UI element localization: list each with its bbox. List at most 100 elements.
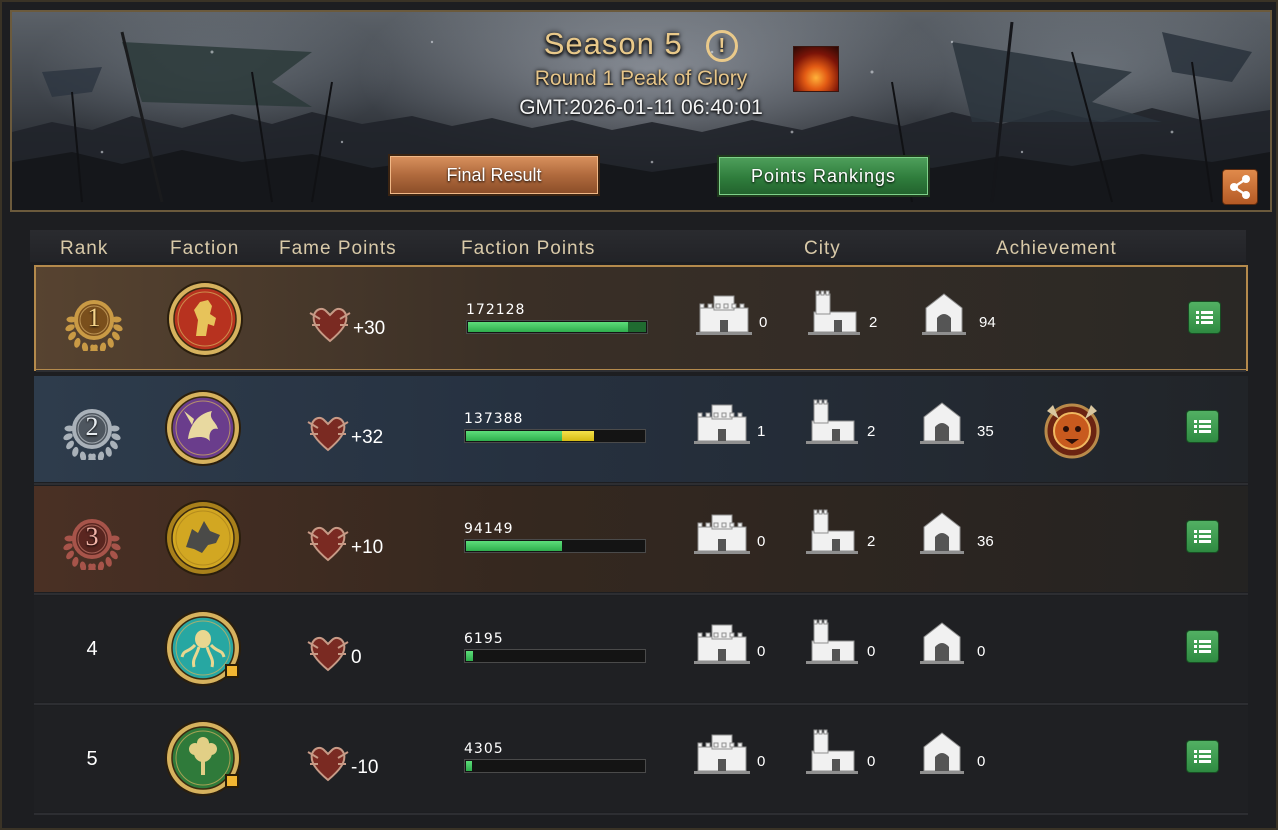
col-city: City [804, 238, 841, 259]
season-title-text: Season 5 [543, 26, 683, 61]
tower-fort-icon [804, 729, 860, 775]
lion-sigil-icon [167, 281, 243, 357]
row-divider [34, 703, 1248, 705]
list-icon [1194, 640, 1211, 653]
faction-emblem[interactable] [164, 499, 242, 577]
list-icon [1196, 311, 1213, 324]
rank-number: 2 [85, 412, 99, 441]
faction-emblem[interactable] [164, 389, 242, 467]
gmt-timestamp: GMT:2026-01-11 06:40:01 [519, 96, 763, 119]
faction-badge-icon [225, 664, 239, 678]
list-icon [1194, 530, 1211, 543]
rank-number: 1 [87, 303, 101, 332]
horned-skull-badge-icon [1044, 403, 1100, 459]
season-title: Season 5 ! [12, 26, 1270, 62]
gate-icon [914, 509, 970, 555]
table-row[interactable]: 4 0 6195 0 0 0 [34, 596, 1248, 705]
progress-fill-secondary [562, 431, 594, 441]
fame-points-icon [306, 522, 350, 562]
city-count: 0 [867, 643, 876, 660]
list-icon [1194, 750, 1211, 763]
gate-icon [914, 619, 970, 665]
city-count: 0 [977, 753, 986, 770]
city-count: 36 [977, 533, 994, 550]
faction-points-value: 6195 [464, 631, 504, 647]
points-rankings-button[interactable]: Points Rankings [717, 155, 930, 197]
row-divider [34, 483, 1248, 485]
city-count: 0 [759, 314, 768, 331]
table-row[interactable]: 1 +30 172128 0 2 94 [34, 265, 1248, 372]
faction-points-progress-bar [464, 759, 646, 773]
faction-points-progress-bar [464, 649, 646, 663]
details-button[interactable] [1186, 410, 1219, 443]
faction-points-value: 137388 [464, 411, 524, 427]
details-button[interactable] [1188, 301, 1221, 334]
info-icon[interactable]: ! [706, 29, 739, 62]
city-count: 0 [867, 753, 876, 770]
fame-points-icon [306, 412, 350, 452]
volcano-round-icon [793, 46, 839, 92]
final-result-button[interactable]: Final Result [388, 154, 600, 196]
city-count: 0 [757, 643, 766, 660]
table-header: Rank Faction Fame Points Faction Points … [30, 230, 1246, 262]
table-row[interactable]: 2 +32 137388 1 2 35 [34, 376, 1248, 485]
share-button[interactable] [1222, 169, 1258, 205]
city-count: 0 [757, 533, 766, 550]
tower-fort-icon [804, 399, 860, 445]
details-button[interactable] [1186, 520, 1219, 553]
rank-number: 3 [85, 522, 99, 551]
details-button[interactable] [1186, 740, 1219, 773]
rank-number: 4 [86, 638, 98, 660]
progress-fill-remainder [628, 322, 646, 332]
city-count: 2 [867, 533, 876, 550]
table-row[interactable]: 5 -10 4305 0 0 0 [34, 706, 1248, 815]
city-count: 2 [869, 314, 878, 331]
castle-icon [694, 619, 750, 665]
table-row[interactable]: 3 +10 94149 0 2 36 [34, 486, 1248, 595]
faction-points-value: 172128 [466, 302, 526, 318]
fame-points-value: +32 [351, 427, 384, 448]
fame-points-value: +10 [351, 537, 384, 558]
progress-fill [466, 541, 562, 551]
col-rank: Rank [60, 238, 109, 259]
fame-points-value: 0 [351, 647, 362, 668]
row-divider [34, 593, 1248, 595]
fame-points-value: -10 [351, 757, 379, 778]
city-count: 0 [977, 643, 986, 660]
col-achievement: Achievement [996, 238, 1117, 259]
tower-fort-icon [806, 290, 862, 336]
list-icon [1194, 420, 1211, 433]
castle-icon [694, 729, 750, 775]
city-count: 94 [979, 314, 996, 331]
city-count: 35 [977, 423, 994, 440]
progress-fill [466, 431, 562, 441]
fame-points-icon [308, 303, 352, 343]
dragon-sigil-icon [165, 390, 241, 466]
faction-points-value: 4305 [464, 741, 504, 757]
faction-emblem[interactable] [166, 280, 244, 358]
round-label: Round 1 Peak of Glory [534, 67, 748, 90]
season-ranking-panel: Season 5 ! Round 1 Peak of Glory GMT:202… [0, 0, 1278, 830]
achievement-badge[interactable] [1039, 399, 1105, 461]
castle-icon [696, 290, 752, 336]
city-count: 2 [867, 423, 876, 440]
tower-fort-icon [804, 619, 860, 665]
col-faction-points: Faction Points [461, 238, 596, 259]
season-banner: Season 5 ! Round 1 Peak of Glory GMT:202… [10, 10, 1272, 212]
gate-icon [914, 399, 970, 445]
col-fame-points: Fame Points [279, 238, 397, 259]
fame-points-icon [306, 742, 350, 782]
share-icon [1230, 175, 1250, 199]
fame-points-value: +30 [353, 318, 386, 339]
row-divider [36, 370, 1246, 372]
faction-points-value: 94149 [464, 521, 514, 537]
faction-points-progress-bar [464, 429, 646, 443]
progress-fill [468, 322, 628, 332]
gate-icon [914, 729, 970, 775]
progress-fill [466, 651, 473, 661]
gate-icon [916, 290, 972, 336]
details-button[interactable] [1186, 630, 1219, 663]
progress-fill [466, 761, 472, 771]
rank-number: 5 [86, 748, 98, 770]
faction-points-progress-bar [466, 320, 648, 334]
